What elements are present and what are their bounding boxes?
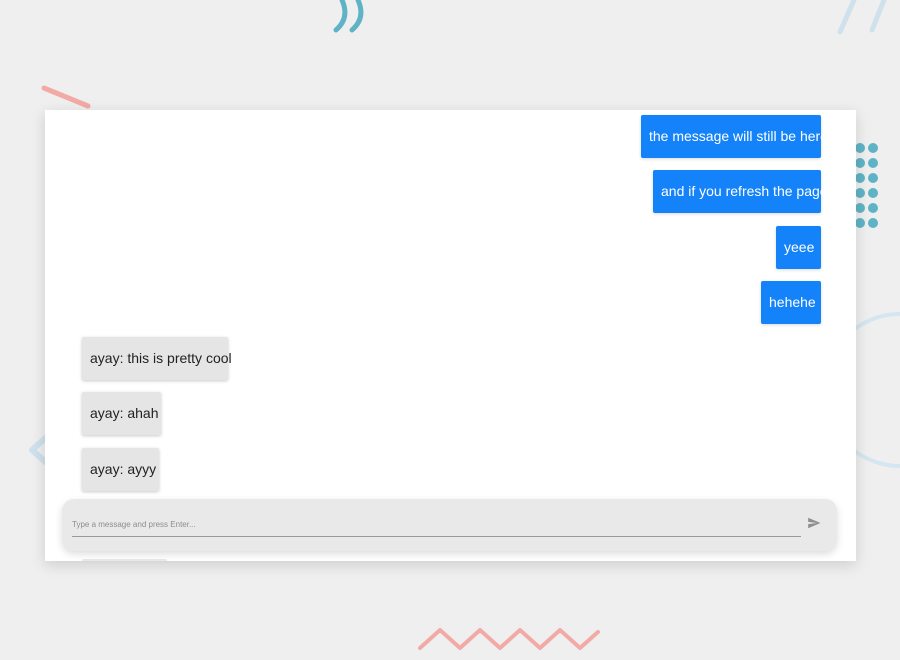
light-blue-slashes-decoration	[837, 0, 887, 35]
message-bubble-self: the message will still be here	[641, 115, 828, 158]
send-button[interactable]	[806, 515, 822, 533]
message-bubble-self: yeee	[776, 226, 821, 269]
message-text: ayyy	[127, 461, 157, 477]
message-bubble-other: ayaythis is pretty cool	[82, 337, 232, 380]
chat-window: the message will still be here and if yo…	[45, 110, 856, 561]
message-author: ayay	[90, 405, 127, 421]
message-text: the message will still be here	[649, 128, 828, 144]
message-text: hehehe	[769, 294, 816, 310]
message-bubble-other: ayayahah	[82, 392, 161, 435]
message-input[interactable]	[72, 513, 801, 537]
message-text: and if you refresh the page	[661, 183, 828, 199]
message-author: ayay	[90, 350, 127, 366]
message-bubble-partial	[82, 559, 167, 561]
message-composer	[62, 499, 837, 551]
message-text: yeee	[784, 239, 815, 255]
message-text: ahah	[127, 405, 159, 421]
teal-quote-marks-decoration	[333, 0, 364, 33]
pink-zigzag-decoration	[418, 628, 600, 650]
message-text: this is pretty cool	[127, 350, 232, 366]
send-icon	[808, 517, 821, 528]
message-bubble-self: hehehe	[761, 281, 821, 324]
message-bubble-other: ayayayyy	[82, 448, 159, 491]
message-bubble-self: and if you refresh the page	[653, 170, 828, 213]
message-author: ayay	[90, 461, 127, 477]
